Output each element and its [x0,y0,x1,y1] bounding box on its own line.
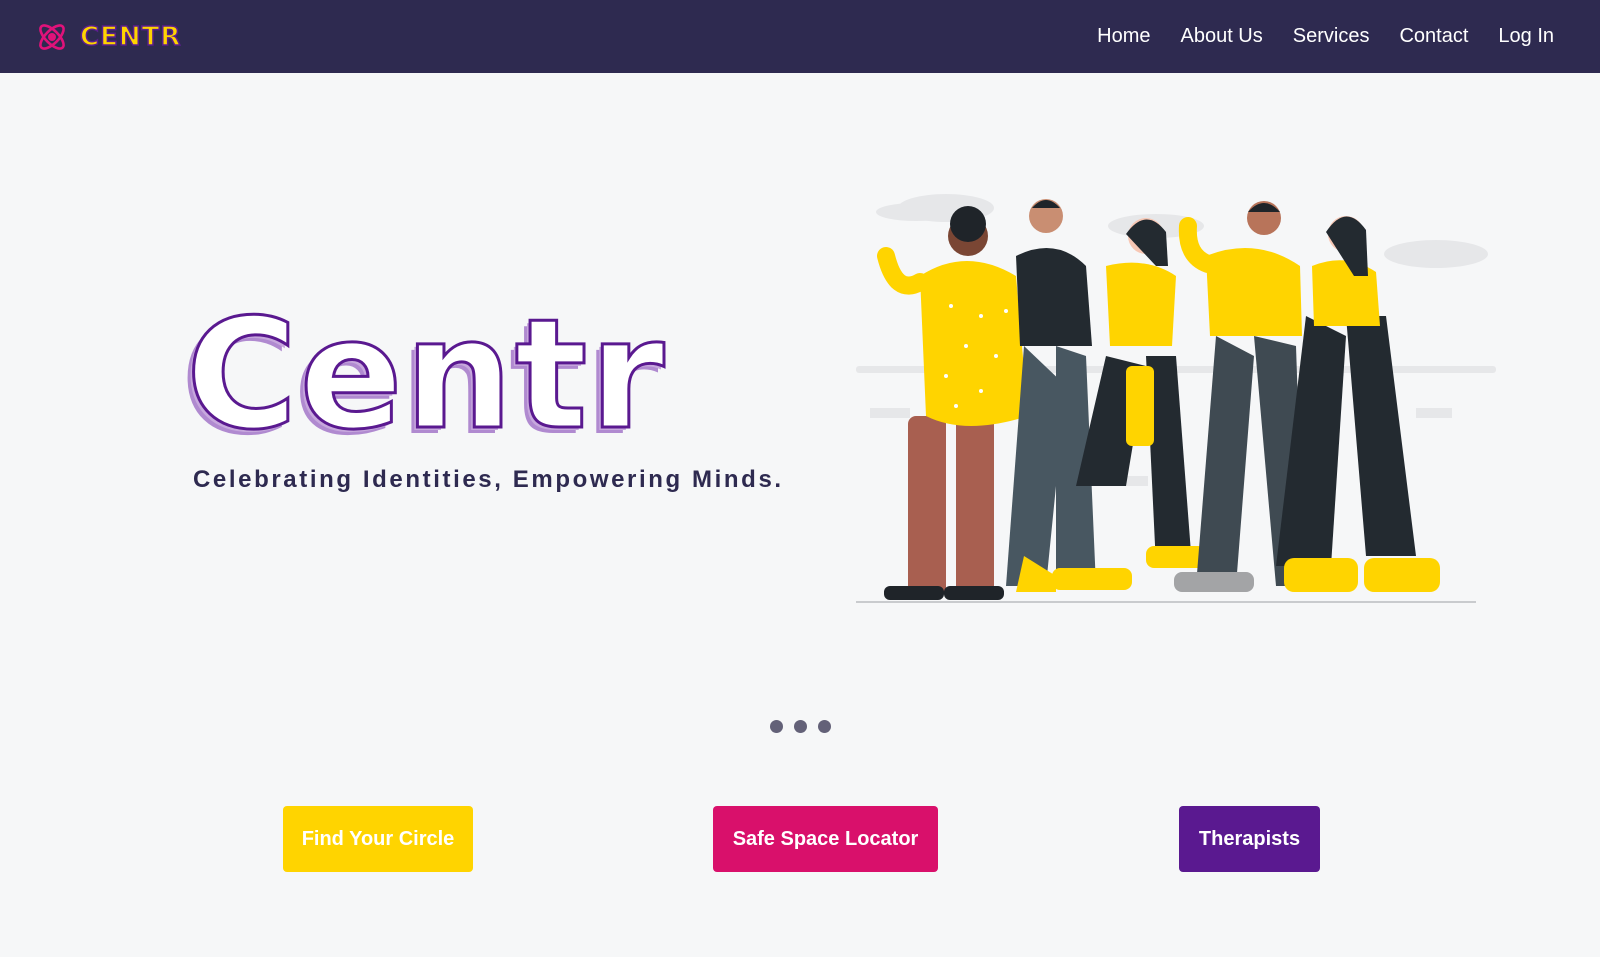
brand-name: CENTR [79,21,182,53]
nav-contact-link[interactable]: Contact [1399,25,1468,48]
main-nav: Home About Us Services Contact Log In [1097,25,1554,48]
hero-title: Centr [184,286,667,463]
carousel-dot-1[interactable] [770,720,783,733]
nav-home-link[interactable]: Home [1097,25,1150,48]
carousel-dot-2[interactable] [794,720,807,733]
top-navbar: CENTR Home About Us Services Contact Log… [0,0,1600,73]
brand-logo[interactable]: CENTR [34,19,181,55]
safe-space-locator-button[interactable]: Safe Space Locator [713,806,938,872]
carousel-dot-3[interactable] [818,720,831,733]
nav-about-link[interactable]: About Us [1180,25,1262,48]
find-your-circle-button[interactable]: Find Your Circle [283,806,473,872]
nav-services-link[interactable]: Services [1293,25,1370,48]
group-of-diverse-people-illustration [856,194,1496,603]
carousel-indicators [770,720,831,733]
therapists-button[interactable]: Therapists [1179,806,1320,872]
atom-icon [39,23,65,50]
hero-tagline: Celebrating Identities, Empowering Minds… [193,466,784,493]
nav-login-link[interactable]: Log In [1498,25,1554,48]
